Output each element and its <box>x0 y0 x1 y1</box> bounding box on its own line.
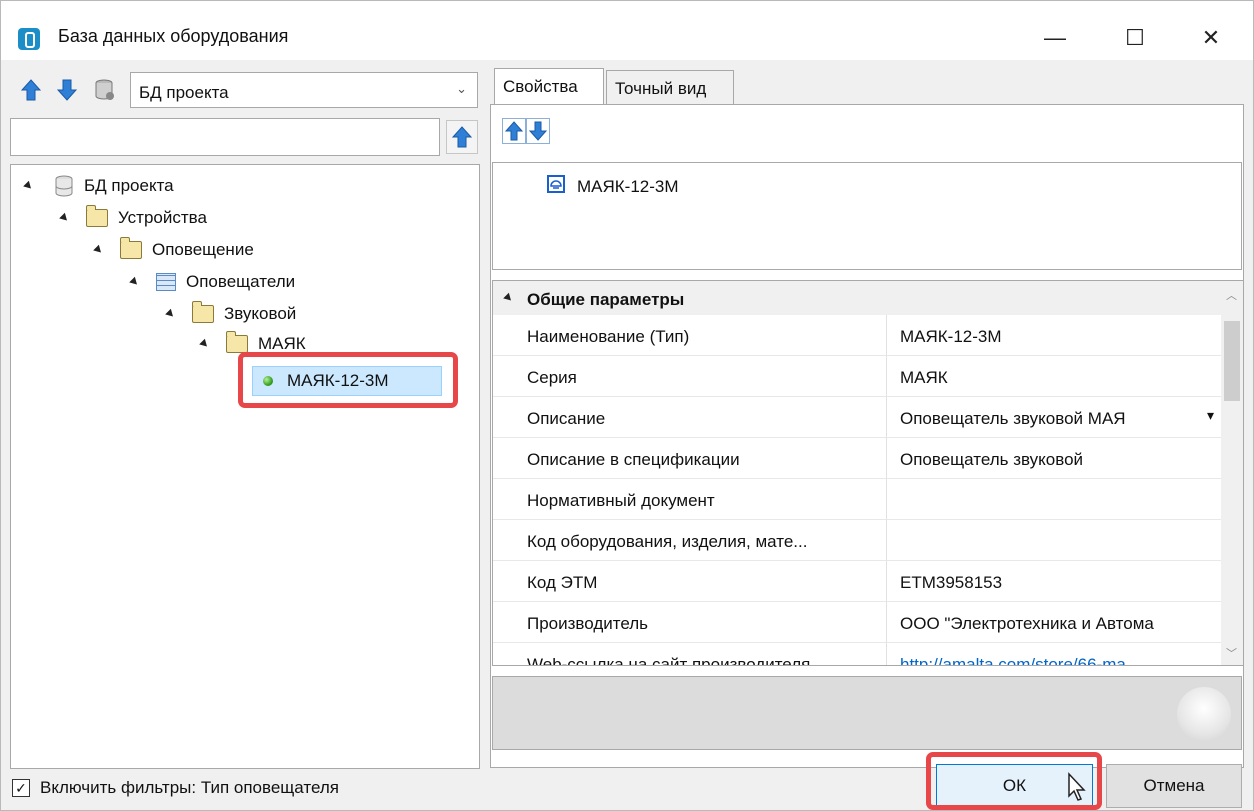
folder-icon <box>120 237 142 259</box>
property-row[interactable]: Нормативный документ <box>493 479 1222 520</box>
database-icon <box>54 175 74 197</box>
property-value[interactable]: ООО "Электротехника и Автома <box>887 602 1222 643</box>
property-key: Серия <box>493 356 887 397</box>
property-value-text: Оповещатель звуковой МАЯ <box>900 409 1126 428</box>
tree-node-sound[interactable]: Звуковой <box>165 301 297 327</box>
tree-node-notification[interactable]: Оповещение <box>93 237 254 263</box>
property-value[interactable]: Оповещатель звуковой <box>887 438 1222 479</box>
property-key: Производитель <box>493 602 887 643</box>
expand-icon[interactable] <box>93 244 104 256</box>
tree-label: БД проекта <box>84 176 174 195</box>
expand-icon[interactable] <box>199 338 210 350</box>
grid-scrollbar[interactable]: ︿ ﹀ <box>1221 281 1243 665</box>
property-value[interactable] <box>887 479 1222 520</box>
tab-exact-view[interactable]: Точный вид <box>606 70 734 104</box>
scroll-up-icon[interactable]: ︿ <box>1226 287 1237 303</box>
device-image <box>1177 687 1231 741</box>
chevron-down-icon: ⌄ <box>456 81 467 96</box>
property-value[interactable]: МАЯК <box>887 356 1222 397</box>
tree-label: МАЯК <box>258 334 306 353</box>
source-combo[interactable]: БД проекта ⌄ <box>130 72 478 108</box>
property-key: Описание в спецификации <box>493 438 887 479</box>
property-key: Описание <box>493 397 887 438</box>
database-settings-icon[interactable] <box>94 78 116 102</box>
expand-icon[interactable] <box>23 180 34 192</box>
chevron-down-icon[interactable]: ▾ <box>1207 407 1214 424</box>
expand-icon[interactable] <box>129 276 140 288</box>
expand-icon[interactable] <box>165 308 176 320</box>
scrollbar-thumb[interactable] <box>1224 321 1240 401</box>
equipment-tree[interactable]: БД проекта Устройства Оповещение Оповеща… <box>10 164 480 769</box>
property-key: Нормативный документ <box>493 479 887 520</box>
property-value[interactable] <box>887 520 1222 561</box>
property-row[interactable]: Web-ссылка на сайт производителя http://a… <box>493 643 1222 665</box>
mouse-cursor-icon <box>1066 772 1088 807</box>
tree-label: Звуковой <box>224 304 297 323</box>
source-combo-value: БД проекта <box>139 83 229 102</box>
arrow-down-icon[interactable] <box>56 78 78 102</box>
folder-icon <box>192 301 214 323</box>
app-icon <box>18 28 40 50</box>
property-grid[interactable]: Общие параметры Наименование (Тип) МАЯК-1… <box>492 280 1244 666</box>
property-row[interactable]: Описание Оповещатель звуковой МАЯ ▾ <box>493 397 1222 438</box>
maximize-button[interactable]: ☐ <box>1112 16 1158 60</box>
preview-item[interactable]: МАЯК-12-3М <box>547 175 679 198</box>
cancel-button[interactable]: Отмена <box>1106 764 1242 808</box>
property-row[interactable]: Производитель ООО "Электротехника и Автом… <box>493 602 1222 643</box>
expand-icon[interactable] <box>59 212 70 224</box>
group-header[interactable]: Общие параметры <box>493 281 1222 315</box>
property-row[interactable]: Серия МАЯК <box>493 356 1222 397</box>
property-row[interactable]: Код оборудования, изделия, мате... <box>493 520 1222 561</box>
collapse-icon[interactable] <box>503 292 514 304</box>
arrow-up-icon[interactable] <box>502 118 526 144</box>
highlight-box <box>238 352 458 408</box>
property-value-link[interactable]: http://amalta.com/store/66-ma <box>887 643 1222 665</box>
tree-node-devices[interactable]: Устройства <box>59 205 207 231</box>
property-row[interactable]: Описание в спецификации Оповещатель звуко… <box>493 438 1222 479</box>
filter-checkbox[interactable]: ✓ <box>12 779 30 797</box>
property-key: Код ЭТМ <box>493 561 887 602</box>
tree-node-notifiers[interactable]: Оповещатели <box>129 269 296 295</box>
filter-checkbox-label: Включить фильтры: Тип оповещателя <box>40 778 339 797</box>
tree-node-db[interactable]: БД проекта <box>23 173 174 199</box>
close-button[interactable]: ✕ <box>1188 16 1234 60</box>
notifier-icon <box>547 175 565 198</box>
property-key: Наименование (Тип) <box>493 315 887 356</box>
arrow-down-icon[interactable] <box>526 118 550 144</box>
property-key: Код оборудования, изделия, мате... <box>493 520 887 561</box>
tree-label: Устройства <box>118 208 207 227</box>
property-value[interactable]: Оповещатель звуковой МАЯ ▾ <box>887 397 1222 438</box>
property-value[interactable]: МАЯК-12-3М <box>887 315 1222 356</box>
search-input[interactable] <box>10 118 440 156</box>
minimize-button[interactable]: — <box>1032 16 1078 60</box>
tab-properties[interactable]: Свойства <box>494 68 604 105</box>
folder-icon <box>226 331 248 353</box>
preview-label: МАЯК-12-3М <box>577 176 679 196</box>
arrow-up-icon[interactable] <box>20 78 42 102</box>
image-preview-panel <box>492 676 1242 750</box>
group-title: Общие параметры <box>527 290 685 309</box>
window-title: База данных оборудования <box>58 26 289 46</box>
folder-icon <box>86 205 108 227</box>
filter-up-button[interactable] <box>446 120 478 154</box>
property-row[interactable]: Наименование (Тип) МАЯК-12-3М <box>493 315 1222 356</box>
tree-label: Оповещатели <box>186 272 296 291</box>
property-key: Web-ссылка на сайт производителя <box>493 643 887 665</box>
property-row[interactable]: Код ЭТМ ETM3958153 <box>493 561 1222 602</box>
property-value[interactable]: ETM3958153 <box>887 561 1222 602</box>
scroll-down-icon[interactable]: ﹀ <box>1226 645 1237 661</box>
table-icon <box>156 273 176 291</box>
preview-area: МАЯК-12-3М <box>492 162 1242 270</box>
tree-label: Оповещение <box>152 240 254 259</box>
